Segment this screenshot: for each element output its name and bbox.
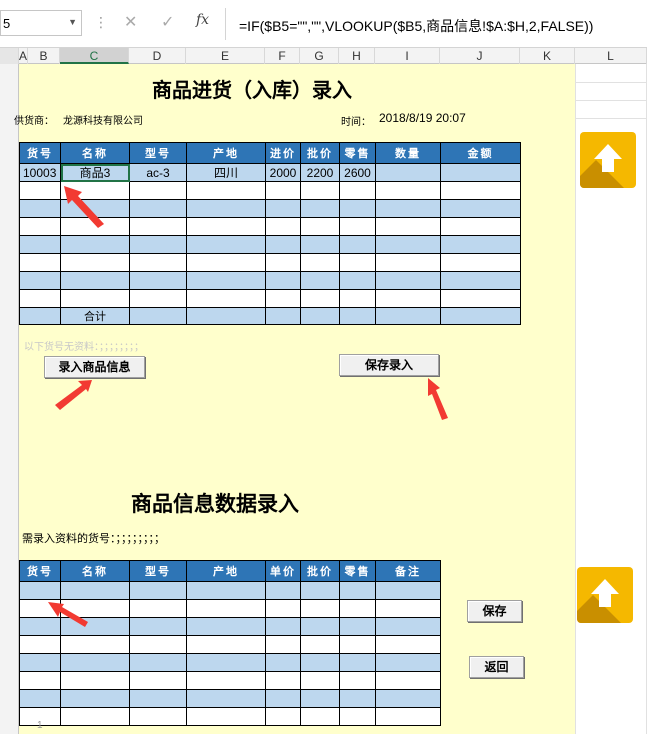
- red-arrow-icon: [55, 380, 92, 410]
- red-arrow-icon: [428, 378, 448, 420]
- red-arrow-icon: [64, 186, 104, 228]
- red-arrow-icon: [48, 602, 88, 627]
- annotation-arrows: [48, 186, 448, 627]
